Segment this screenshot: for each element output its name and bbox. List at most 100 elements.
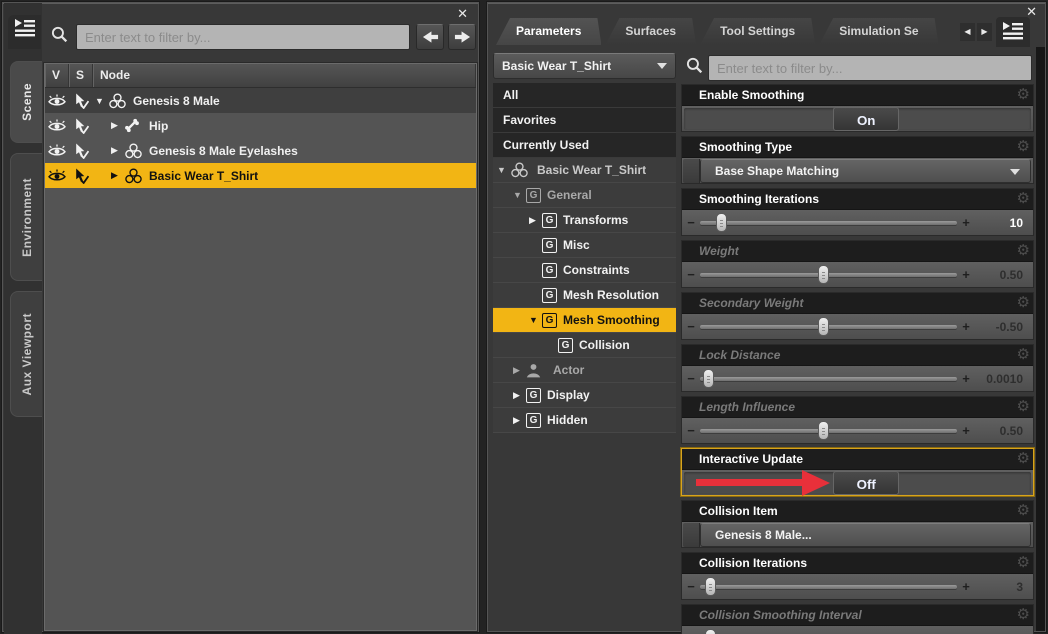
increment-button[interactable]: + — [957, 579, 975, 594]
expander-collapsed-icon[interactable]: ▶ — [111, 145, 124, 156]
parameters-panel-close-icon[interactable]: ✕ — [1026, 5, 1037, 18]
visibility-eye-icon[interactable] — [45, 144, 69, 158]
param-value[interactable]: 0.0010 — [975, 372, 1033, 386]
decrement-button[interactable]: − — [682, 319, 700, 334]
expander-collapsed-icon[interactable]: ▶ — [111, 120, 124, 131]
decrement-button[interactable]: − — [682, 215, 700, 230]
param-group-mesh-resolution[interactable]: G Mesh Resolution — [493, 283, 676, 308]
slider-handle[interactable] — [702, 368, 714, 388]
tab-scroll-right[interactable]: ▶ — [977, 23, 992, 41]
param-value[interactable]: 0.50 — [975, 268, 1033, 282]
visibility-eye-icon[interactable] — [45, 119, 69, 133]
tab-scroll-left[interactable]: ◀ — [960, 23, 975, 41]
decrement-button[interactable]: − — [682, 267, 700, 282]
slider-track[interactable] — [700, 316, 957, 336]
parameters-menu-button[interactable] — [996, 17, 1030, 47]
gear-icon[interactable]: ⚙ — [1017, 139, 1030, 154]
scene-node-row[interactable]: ▶ Basic Wear T_Shirt — [45, 163, 476, 188]
sidebar-tab-aux-viewport[interactable]: Aux Viewport — [10, 291, 42, 417]
param-group-currently-used[interactable]: Currently Used — [493, 133, 676, 158]
decrement-button[interactable]: − — [682, 579, 700, 594]
selection-cursor-icon[interactable] — [69, 93, 93, 109]
gear-icon[interactable]: ⚙ — [1017, 191, 1030, 206]
expander-collapsed-icon[interactable]: ▶ — [513, 390, 526, 401]
scene-node-row[interactable]: ▶ Hip — [45, 113, 476, 138]
gear-icon[interactable]: ⚙ — [1017, 347, 1030, 362]
expander-expanded-icon[interactable]: ▼ — [497, 165, 510, 175]
gear-icon[interactable]: ⚙ — [1017, 87, 1030, 102]
column-visibility[interactable]: V — [45, 64, 69, 87]
node-selector-dropdown[interactable]: Basic Wear T_Shirt — [493, 53, 676, 79]
increment-button[interactable]: + — [957, 371, 975, 386]
gear-icon[interactable]: ⚙ — [1017, 243, 1030, 258]
slider-track[interactable] — [700, 264, 957, 284]
tab-surfaces[interactable]: Surfaces — [605, 18, 696, 45]
slider-handle[interactable] — [705, 628, 717, 634]
sidebar-tab-environment[interactable]: Environment — [10, 153, 42, 281]
param-filter-input[interactable] — [708, 55, 1032, 81]
toggle-button[interactable]: On — [833, 106, 900, 131]
expander-collapsed-icon[interactable]: ▶ — [513, 365, 526, 376]
param-value[interactable]: 10 — [975, 216, 1033, 230]
param-group-basic-wear-t-shirt[interactable]: ▼ Basic Wear T_Shirt — [493, 158, 676, 183]
param-group-favorites[interactable]: Favorites — [493, 108, 676, 133]
increment-button[interactable]: + — [957, 423, 975, 438]
param-group-hidden[interactable]: ▶ G Hidden — [493, 408, 676, 433]
tab-simulation-se[interactable]: Simulation Se — [819, 18, 938, 45]
scene-filter-input[interactable] — [76, 24, 410, 50]
param-group-mesh-smoothing[interactable]: ▼ G Mesh Smoothing — [493, 308, 676, 333]
expander-collapsed-icon[interactable]: ▶ — [513, 415, 526, 426]
filter-prev-button[interactable] — [416, 24, 444, 50]
scene-node-row[interactable]: ▶ Genesis 8 Male Eyelashes — [45, 138, 476, 163]
gear-icon[interactable]: ⚙ — [1017, 399, 1030, 414]
gear-icon[interactable]: ⚙ — [1017, 555, 1030, 570]
slider-track[interactable] — [700, 212, 957, 232]
decrement-button[interactable]: − — [682, 423, 700, 438]
slider-track[interactable] — [700, 420, 957, 440]
scene-node-row[interactable]: ▼ Genesis 8 Male — [45, 88, 476, 113]
slider-track[interactable] — [700, 368, 957, 388]
slider-handle[interactable] — [715, 212, 727, 232]
tab-parameters[interactable]: Parameters — [496, 18, 601, 45]
panel-menu-button[interactable] — [8, 15, 41, 49]
filter-next-button[interactable] — [448, 24, 476, 50]
param-group-display[interactable]: ▶ G Display — [493, 383, 676, 408]
slider-handle[interactable] — [818, 316, 830, 336]
column-selectability[interactable]: S — [69, 64, 93, 87]
expander-expanded-icon[interactable]: ▼ — [513, 190, 526, 200]
slider-handle[interactable] — [818, 264, 830, 284]
param-value[interactable]: 0.50 — [975, 424, 1033, 438]
gear-icon[interactable]: ⚙ — [1017, 503, 1030, 518]
slider-track[interactable] — [700, 576, 957, 596]
tab-tool-settings[interactable]: Tool Settings — [700, 18, 815, 45]
scene-panel-close-icon[interactable]: ✕ — [457, 7, 468, 20]
selection-cursor-icon[interactable] — [69, 118, 93, 134]
param-group-actor[interactable]: ▶ Actor — [493, 358, 676, 383]
slider-handle[interactable] — [818, 420, 830, 440]
param-button[interactable]: Genesis 8 Male... — [700, 522, 1031, 547]
increment-button[interactable]: + — [957, 267, 975, 282]
param-group-constraints[interactable]: G Constraints — [493, 258, 676, 283]
slider-handle[interactable] — [705, 576, 717, 596]
column-node[interactable]: Node — [93, 64, 476, 87]
selection-cursor-icon[interactable] — [69, 168, 93, 184]
gear-icon[interactable]: ⚙ — [1017, 607, 1030, 622]
param-group-general[interactable]: ▼ G General — [493, 183, 676, 208]
gear-icon[interactable]: ⚙ — [1017, 451, 1030, 466]
toggle-button[interactable]: Off — [833, 470, 900, 495]
sidebar-tab-scene[interactable]: Scene — [10, 61, 42, 143]
param-group-collision[interactable]: G Collision — [493, 333, 676, 358]
expander-expanded-icon[interactable]: ▼ — [95, 96, 108, 106]
expander-expanded-icon[interactable]: ▼ — [529, 315, 542, 325]
param-dropdown[interactable]: Base Shape Matching — [700, 158, 1031, 183]
expander-collapsed-icon[interactable]: ▶ — [529, 215, 542, 226]
param-value[interactable]: -0.50 — [975, 320, 1033, 334]
param-value[interactable]: 3 — [975, 580, 1033, 594]
increment-button[interactable]: + — [957, 215, 975, 230]
decrement-button[interactable]: − — [682, 371, 700, 386]
selection-cursor-icon[interactable] — [69, 143, 93, 159]
expander-collapsed-icon[interactable]: ▶ — [111, 170, 124, 181]
visibility-eye-icon[interactable] — [45, 94, 69, 108]
gear-icon[interactable]: ⚙ — [1017, 295, 1030, 310]
param-group-all[interactable]: All — [493, 83, 676, 108]
